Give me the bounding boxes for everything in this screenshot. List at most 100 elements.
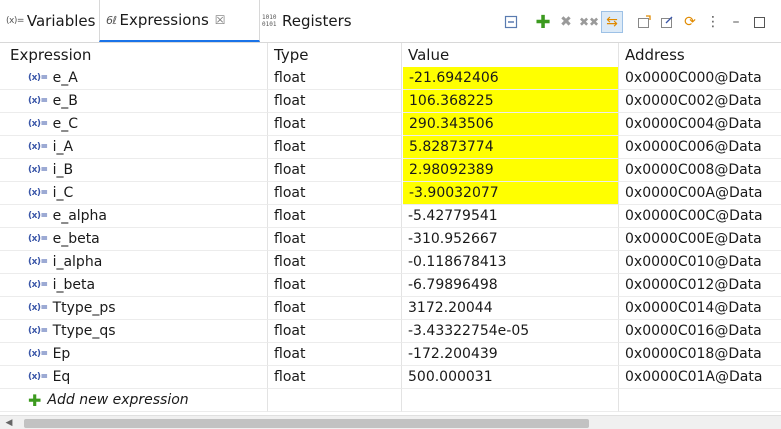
column-header-type[interactable]: Type — [268, 43, 402, 67]
add-new-expression[interactable]: ✚ Add new expression — [0, 389, 268, 412]
value-cell[interactable]: 2.98092389 — [403, 159, 619, 182]
link-icon[interactable]: ⇆ — [601, 11, 623, 33]
table-row[interactable]: (x)= i_C float -3.90032077 0x0000C00A@Data — [0, 182, 781, 205]
expression-name: e_alpha — [52, 208, 107, 224]
add-icon[interactable]: ✚ — [532, 11, 554, 33]
expression-name-cell: (x)= i_A — [0, 136, 268, 159]
refresh-icon[interactable]: ⟳ — [679, 11, 701, 33]
value-cell[interactable]: 5.82873774 — [403, 136, 619, 159]
collapse-all-icon[interactable] — [500, 11, 522, 33]
value-cell[interactable]: -3.43322754e-05 — [402, 320, 619, 343]
expression-name-cell: (x)= Ttype_ps — [0, 297, 268, 320]
expression-variable-icon: (x)= — [28, 73, 48, 83]
address-cell: 0x0000C00E@Data — [619, 228, 781, 251]
table-row[interactable]: (x)= Ttype_qs float -3.43322754e-05 0x0000C0… — [0, 320, 781, 343]
tab-variables[interactable]: (x)= Variables — [6, 0, 95, 42]
table-body: (x)= e_A float -21.6942406 0x0000C000@Data (x… — [0, 67, 781, 389]
address-cell: 0x0000C000@Data — [619, 67, 781, 90]
type-cell: float — [268, 182, 402, 205]
expression-name-cell: (x)= i_beta — [0, 274, 268, 297]
table-row[interactable]: (x)= e_A float -21.6942406 0x0000C000@Data — [0, 67, 781, 90]
add-row-value-cell — [402, 389, 619, 412]
type-cell: float — [268, 343, 402, 366]
toolbar-separator-2 — [624, 11, 632, 33]
expressions-table: Expression Type Value Address (x)= e_Aflo… — [0, 43, 781, 412]
close-tab-icon[interactable]: ☒ — [215, 13, 226, 27]
table-row[interactable]: (x)= Eq float 500.000031 0x0000C01A@Data — [0, 366, 781, 389]
value-cell[interactable]: 290.343506 — [403, 113, 619, 136]
value-cell[interactable]: 106.368225 — [403, 90, 619, 113]
horizontal-scrollbar[interactable]: ◀ — [0, 415, 781, 429]
value-cell[interactable]: 3172.20044 — [402, 297, 619, 320]
value-cell[interactable]: -172.200439 — [402, 343, 619, 366]
expression-variable-icon: (x)= — [28, 326, 48, 336]
address-cell: 0x0000C012@Data — [619, 274, 781, 297]
add-expression-icon: ✚ — [28, 390, 42, 410]
table-row[interactable]: (x)= i_A float 5.82873774 0x0000C006@Data — [0, 136, 781, 159]
table-row[interactable]: (x)= Ttype_ps float 3172.20044 0x0000C014@Da… — [0, 297, 781, 320]
expression-name-cell: (x)= e_beta — [0, 228, 268, 251]
add-row-address-cell — [619, 389, 781, 412]
expressions-icon: 6ℓ — [106, 13, 117, 27]
table-row[interactable]: (x)= e_alpha float -5.42779541 0x0000C00C@Da… — [0, 205, 781, 228]
add-new-expression-row[interactable]: ✚ Add new expression — [0, 389, 781, 412]
type-cell: float — [268, 113, 402, 136]
table-row[interactable]: (x)= Ep float -172.200439 0x0000C018@Data — [0, 343, 781, 366]
table-row[interactable]: (x)= e_C float 290.343506 0x0000C004@Data — [0, 113, 781, 136]
expression-name-cell: (x)= i_alpha — [0, 251, 268, 274]
column-header-address[interactable]: Address — [619, 43, 781, 67]
view-menu-icon[interactable]: ⋮ — [702, 11, 724, 33]
table-row[interactable]: (x)= i_alpha float -0.118678413 0x0000C010@D… — [0, 251, 781, 274]
tab-registers[interactable]: 1010 0101 Registers — [262, 0, 352, 42]
variables-icon: (x)= — [6, 16, 24, 26]
type-cell: float — [268, 320, 402, 343]
address-cell: 0x0000C008@Data — [619, 159, 781, 182]
tab-expressions-label: Expressions — [119, 11, 209, 29]
expression-name-cell: (x)= e_C — [0, 113, 268, 136]
expression-name: i_beta — [52, 277, 96, 293]
expression-name-cell: (x)= e_alpha — [0, 205, 268, 228]
maximize-icon[interactable] — [748, 11, 770, 33]
address-cell: 0x0000C014@Data — [619, 297, 781, 320]
value-cell[interactable]: -21.6942406 — [403, 67, 619, 90]
type-cell: float — [268, 274, 402, 297]
table-row[interactable]: (x)= i_B float 2.98092389 0x0000C008@Data — [0, 159, 781, 182]
expression-variable-icon: (x)= — [28, 188, 48, 198]
export-icon[interactable] — [656, 11, 678, 33]
column-header-expression[interactable]: Expression — [0, 43, 268, 67]
expression-name-cell: (x)= Ttype_qs — [0, 320, 268, 343]
address-cell: 0x0000C01A@Data — [619, 366, 781, 389]
value-cell[interactable]: -5.42779541 — [402, 205, 619, 228]
expression-variable-icon: (x)= — [28, 234, 48, 244]
table-row[interactable]: (x)= e_beta float -310.952667 0x0000C00E@Dat… — [0, 228, 781, 251]
expression-variable-icon: (x)= — [28, 257, 48, 267]
address-cell: 0x0000C00A@Data — [619, 182, 781, 205]
remove-icon[interactable]: ✖ — [555, 11, 577, 33]
tab-expressions[interactable]: 6ℓ Expressions ☒ — [99, 0, 260, 42]
address-cell: 0x0000C006@Data — [619, 136, 781, 159]
address-cell: 0x0000C004@Data — [619, 113, 781, 136]
value-cell[interactable]: -6.79896498 — [402, 274, 619, 297]
value-cell[interactable]: 500.000031 — [402, 366, 619, 389]
scroll-left-icon[interactable]: ◀ — [0, 416, 18, 429]
type-cell: float — [268, 228, 402, 251]
toolbar-separator — [523, 11, 531, 33]
type-cell: float — [268, 366, 402, 389]
value-cell[interactable]: -3.90032077 — [403, 182, 619, 205]
value-cell[interactable]: -310.952667 — [402, 228, 619, 251]
column-header-value[interactable]: Value — [402, 43, 619, 67]
scrollbar-thumb[interactable] — [24, 419, 589, 428]
new-window-icon[interactable] — [633, 11, 655, 33]
tab-registers-label: Registers — [282, 12, 352, 30]
expression-name: e_A — [52, 70, 78, 86]
expression-name: Ttype_qs — [52, 323, 116, 339]
value-cell[interactable]: -0.118678413 — [402, 251, 619, 274]
table-row[interactable]: (x)= e_B float 106.368225 0x0000C002@Data — [0, 90, 781, 113]
expression-variable-icon: (x)= — [28, 303, 48, 313]
table-row[interactable]: (x)= i_beta float -6.79896498 0x0000C012@Dat… — [0, 274, 781, 297]
minimize-icon[interactable]: – — [725, 11, 747, 33]
expression-name: i_alpha — [52, 254, 103, 270]
tab-variables-label: Variables — [26, 12, 96, 30]
remove-all-icon[interactable]: ✖✖ — [578, 11, 600, 33]
expression-name-cell: (x)= Eq — [0, 366, 268, 389]
